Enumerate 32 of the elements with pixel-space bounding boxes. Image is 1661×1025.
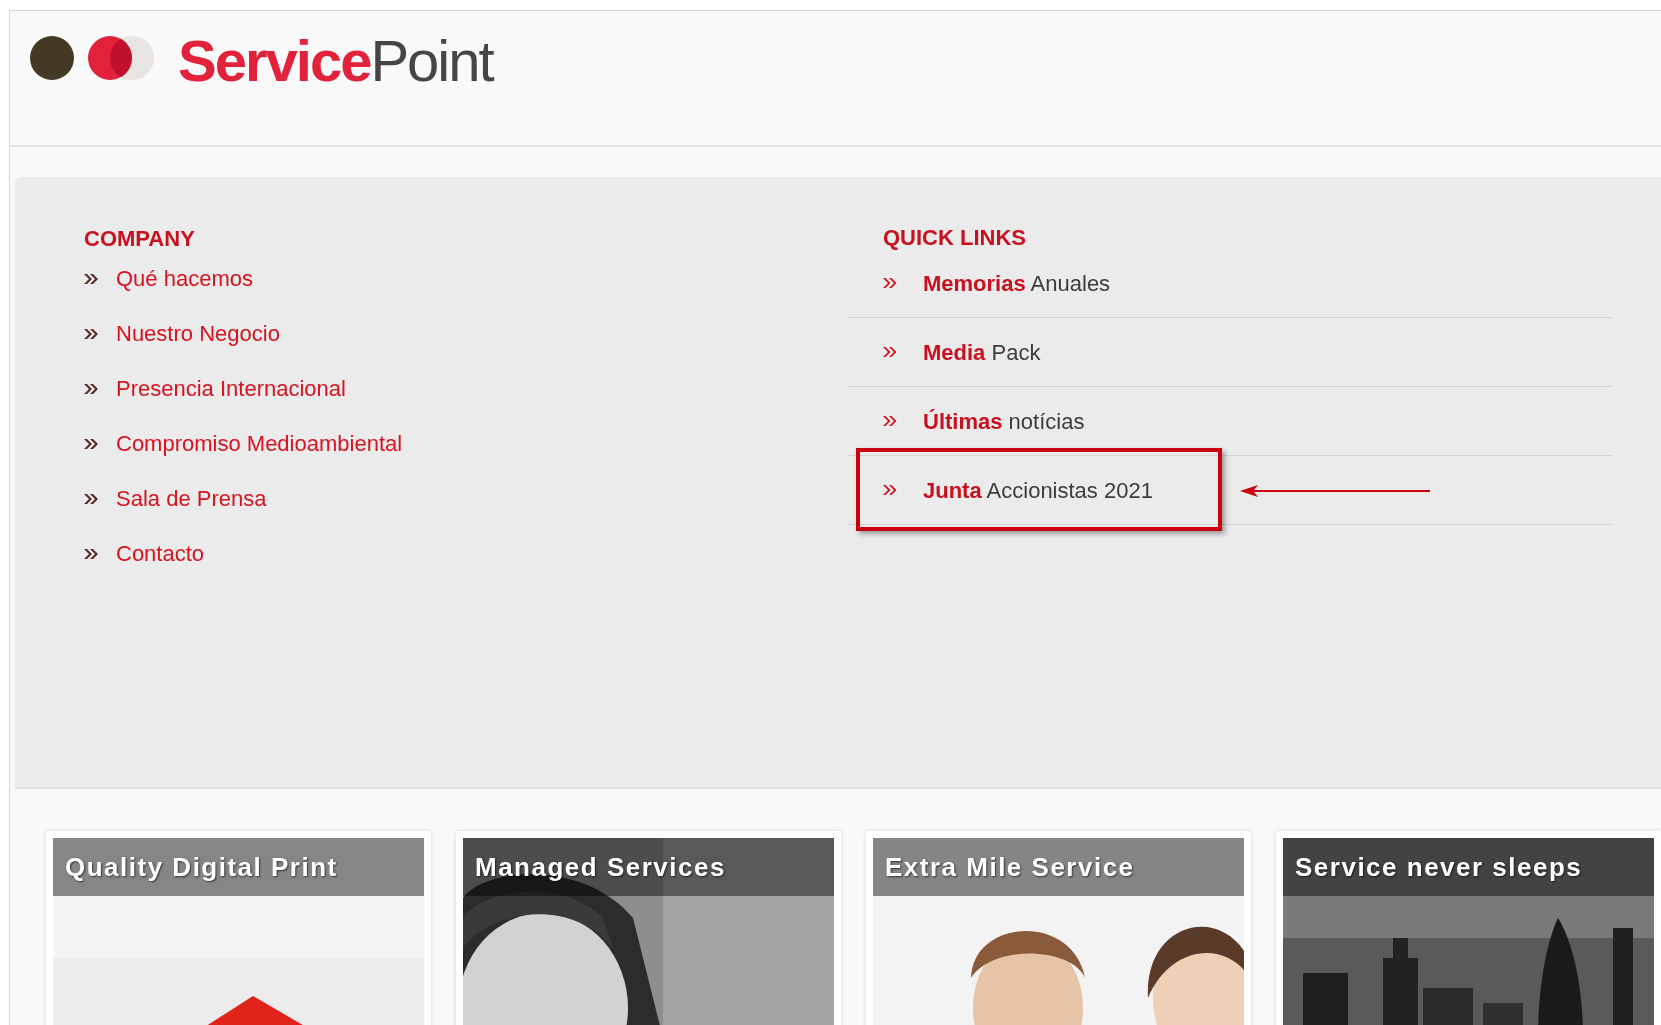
double-chevron-icon	[883, 484, 897, 496]
footer-link[interactable]: Sala de Prensa	[116, 482, 267, 515]
section-heading: QUICK LINKS	[883, 227, 1027, 249]
logo-icon	[30, 35, 156, 81]
feature-card[interactable]: Managed Services	[456, 831, 841, 1025]
double-chevron-icon	[84, 548, 99, 559]
double-chevron-icon	[84, 383, 99, 394]
feature-card[interactable]: Service never sleeps	[1276, 831, 1661, 1025]
footer-link[interactable]: Nuestro Negocio	[116, 317, 280, 350]
logo-text[interactable]: ServicePoint	[178, 33, 493, 89]
footer-link[interactable]: Presencia Internacional	[116, 372, 346, 405]
feature-card[interactable]: Extra Mile Service	[866, 831, 1251, 1025]
section-heading: COMPANY	[84, 227, 196, 251]
card-title: Extra Mile Service	[873, 838, 1244, 896]
footer-link[interactable]: Contacto	[116, 537, 205, 570]
double-chevron-icon	[84, 438, 99, 449]
footer-link[interactable]: Compromiso Medioambiental	[116, 427, 403, 460]
double-chevron-icon	[84, 328, 99, 339]
double-chevron-icon	[883, 277, 897, 289]
double-chevron-icon	[883, 415, 897, 427]
card-title: Managed Services	[463, 838, 834, 896]
quick-link[interactable]: Media Pack	[923, 335, 1041, 369]
double-chevron-icon	[883, 346, 897, 358]
footer-link[interactable]: Qué hacemos	[116, 262, 253, 295]
feature-card[interactable]: Quality Digital Print	[46, 831, 431, 1025]
double-chevron-icon	[84, 493, 99, 504]
quick-link[interactable]: Junta Accionistas 2021	[923, 473, 1153, 507]
quick-link[interactable]: Memorias Anuales	[923, 266, 1111, 300]
quick-link[interactable]: Últimas notícias	[923, 404, 1085, 438]
double-chevron-icon	[84, 273, 99, 284]
card-title: Service never sleeps	[1283, 838, 1654, 896]
card-title: Quality Digital Print	[53, 838, 424, 896]
